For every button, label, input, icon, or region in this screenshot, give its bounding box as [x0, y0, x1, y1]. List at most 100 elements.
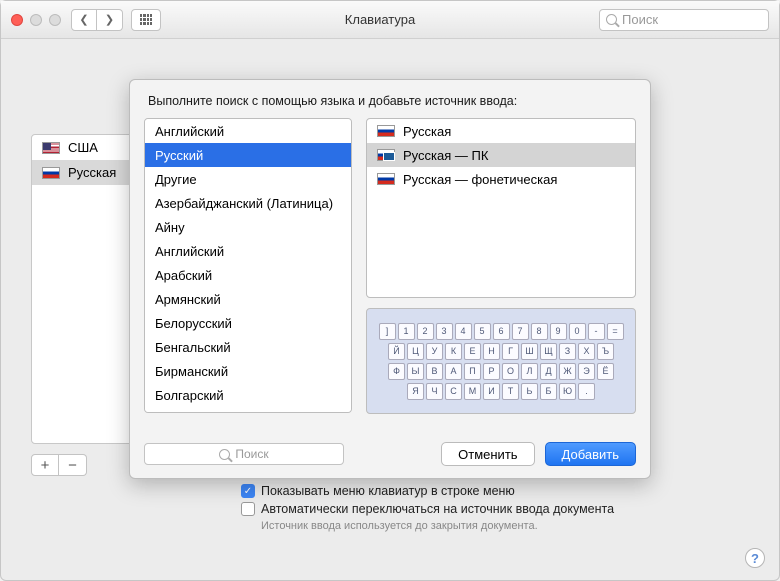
search-icon	[219, 449, 230, 460]
language-row[interactable]: Айну	[145, 215, 351, 239]
flag-ru-icon	[42, 167, 60, 179]
keyboard-row: ЙЦУКЕНГШЩЗХЪ	[388, 343, 614, 360]
show-menu-checkbox-row[interactable]: ✓ Показывать меню клавиатур в строке мен…	[241, 484, 614, 498]
language-row[interactable]: Армянский	[145, 287, 351, 311]
help-button[interactable]: ?	[745, 548, 765, 568]
language-row[interactable]: Валлийский	[145, 407, 351, 413]
modal-search-input[interactable]: Поиск	[144, 443, 344, 465]
cancel-button[interactable]: Отменить	[441, 442, 534, 466]
language-row[interactable]: Английский	[145, 119, 351, 143]
language-row[interactable]: Арабский	[145, 263, 351, 287]
key: Ш	[521, 343, 538, 360]
options-area: ✓ Показывать меню клавиатур в строке мен…	[241, 484, 614, 532]
key: -	[588, 323, 605, 340]
key: Ю	[559, 383, 576, 400]
language-row[interactable]: Белорусский	[145, 311, 351, 335]
auto-switch-checkbox-row[interactable]: Автоматически переключаться на источник …	[241, 502, 614, 516]
key: Д	[540, 363, 557, 380]
back-button[interactable]: ❮	[71, 9, 97, 31]
key: 7	[512, 323, 529, 340]
add-button[interactable]: Добавить	[545, 442, 636, 466]
layout-row[interactable]: Русская — ПК	[367, 143, 635, 167]
key: Н	[483, 343, 500, 360]
key: Б	[540, 383, 557, 400]
key: Е	[464, 343, 481, 360]
key: 0	[569, 323, 586, 340]
layout-list[interactable]: Русская Русская — ПК Русская — фонетическа…	[366, 118, 636, 298]
layout-label: Русская — ПК	[403, 148, 488, 163]
key: Ъ	[597, 343, 614, 360]
sidebar-item-label: Русская	[68, 165, 116, 180]
show-all-button[interactable]	[131, 9, 161, 31]
key: Э	[578, 363, 595, 380]
close-window-icon[interactable]	[11, 14, 23, 26]
language-row[interactable]: Азербайджанский (Латиница)	[145, 191, 351, 215]
checkbox-checked-icon[interactable]: ✓	[241, 484, 255, 498]
remove-source-button[interactable]: −	[59, 454, 87, 476]
keyboard-row: ЯЧСМИТЬБЮ.	[407, 383, 595, 400]
forward-button[interactable]: ❯	[97, 9, 123, 31]
search-input[interactable]: Поиск	[599, 9, 769, 31]
language-row[interactable]: Английский	[145, 239, 351, 263]
nav-buttons: ❮ ❯	[71, 9, 123, 31]
flag-ru-pc-icon	[377, 149, 395, 161]
add-source-button[interactable]: +	[31, 454, 59, 476]
key: А	[445, 363, 462, 380]
key: Я	[407, 383, 424, 400]
language-list[interactable]: АнглийскийРусскийДругиеАзербайджанский (…	[144, 118, 352, 413]
titlebar: ❮ ❯ Клавиатура Поиск	[1, 1, 779, 39]
key: К	[445, 343, 462, 360]
key: О	[502, 363, 519, 380]
key: 9	[550, 323, 567, 340]
layout-row[interactable]: Русская	[367, 119, 635, 143]
key: Ч	[426, 383, 443, 400]
key: 1	[398, 323, 415, 340]
key: .	[578, 383, 595, 400]
key: В	[426, 363, 443, 380]
add-remove-buttons: + −	[31, 454, 87, 476]
window-title: Клавиатура	[161, 12, 599, 27]
language-row[interactable]: Болгарский	[145, 383, 351, 407]
maximize-window-icon	[49, 14, 61, 26]
key: ]	[379, 323, 396, 340]
key: 2	[417, 323, 434, 340]
minimize-window-icon	[30, 14, 42, 26]
key: С	[445, 383, 462, 400]
key: П	[464, 363, 481, 380]
key: И	[483, 383, 500, 400]
key: 8	[531, 323, 548, 340]
keyboard-preview: ]1234567890-=ЙЦУКЕНГШЩЗХЪФЫВАПРОЛДЖЭЁЯЧС…	[366, 308, 636, 414]
search-placeholder: Поиск	[622, 12, 658, 27]
language-row[interactable]: Русский	[145, 143, 351, 167]
key: 6	[493, 323, 510, 340]
checkbox-icon[interactable]	[241, 502, 255, 516]
key: =	[607, 323, 624, 340]
grid-icon	[140, 14, 152, 26]
flag-ru-icon	[377, 125, 395, 137]
auto-switch-note: Источник ввода используется до закрытия …	[261, 520, 614, 532]
key: Л	[521, 363, 538, 380]
key: Ё	[597, 363, 614, 380]
key: Ь	[521, 383, 538, 400]
modal-prompt: Выполните поиск с помощью языка и добавь…	[130, 80, 650, 118]
language-row[interactable]: Другие	[145, 167, 351, 191]
add-input-source-sheet: Выполните поиск с помощью языка и добавь…	[129, 79, 651, 479]
auto-switch-label: Автоматически переключаться на источник …	[261, 502, 614, 516]
modal-search-placeholder: Поиск	[235, 447, 268, 461]
layout-row[interactable]: Русская — фонетическая	[367, 167, 635, 191]
key: Ц	[407, 343, 424, 360]
key: Т	[502, 383, 519, 400]
traffic-lights	[11, 14, 61, 26]
keyboard-row: ФЫВАПРОЛДЖЭЁ	[388, 363, 614, 380]
layout-label: Русская — фонетическая	[403, 172, 557, 187]
show-menu-label: Показывать меню клавиатур в строке меню	[261, 484, 515, 498]
language-row[interactable]: Бенгальский	[145, 335, 351, 359]
flag-ru-icon	[377, 173, 395, 185]
key: З	[559, 343, 576, 360]
key: Щ	[540, 343, 557, 360]
key: Х	[578, 343, 595, 360]
key: 5	[474, 323, 491, 340]
language-row[interactable]: Бирманский	[145, 359, 351, 383]
key: Ж	[559, 363, 576, 380]
search-icon	[606, 14, 617, 25]
